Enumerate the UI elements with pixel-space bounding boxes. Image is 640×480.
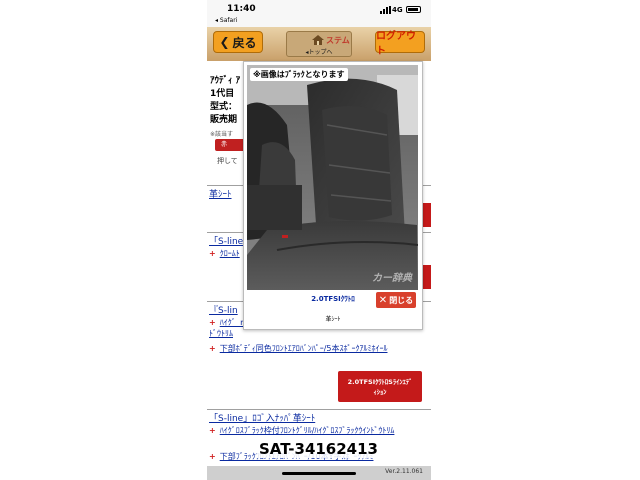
phone-screen: 11:40 ◂ Safari 4G ❮ 戻る ステム ◂トップへ ログアウト ｱ…: [207, 0, 431, 480]
app-header: ❮ 戻る ステム ◂トップへ ログアウト: [207, 27, 431, 61]
status-bar: 11:40 ◂ Safari 4G: [207, 0, 431, 27]
signal-icon: [380, 6, 391, 14]
back-button[interactable]: ❮ 戻る: [213, 31, 263, 53]
image-notice-label: ※画像はﾌﾞﾗｯｸとなります: [250, 68, 348, 81]
seat-type-label: 革ｼｰﾄ: [325, 316, 341, 323]
chevron-left-icon: ❮: [219, 35, 230, 49]
network-type: 4G: [392, 6, 403, 14]
image-modal: ※画像はﾌﾞﾗｯｸとなります カー辞典 2.0TFSIｸﾜﾄﾛ ✕ 閉じる 革ｼ…: [243, 61, 423, 330]
plus-icon: +: [209, 318, 216, 327]
spec-maker: ｱｳﾃﾞｨ ｱ: [210, 76, 241, 86]
home-indicator[interactable]: [282, 472, 356, 475]
notice-text: ※該当す: [210, 131, 234, 138]
press-hint: 押して: [217, 157, 238, 165]
sline-link[interactable]: 「S-line: [209, 234, 243, 247]
back-button-label: 戻る: [232, 35, 257, 50]
house-icon: [312, 35, 324, 45]
stock-number: SAT-34162413: [257, 440, 380, 458]
feature-item[interactable]: + ﾊｲｸﾞﾛｽﾌﾞﾗｯｸ枠付ﾌﾛﾝﾄｸﾞﾘﾙ/ﾊｲｸﾞﾛｽﾌﾞﾗｯｸｳｲﾝﾄﾞｳ…: [209, 425, 429, 436]
spec-generation: 1代目: [210, 89, 235, 99]
close-button-label: 閉じる: [389, 295, 414, 305]
plus-icon: +: [209, 249, 216, 258]
close-button[interactable]: ✕ 閉じる: [376, 292, 416, 308]
site-logo: ステム: [326, 36, 350, 45]
top-page-button[interactable]: ステム ◂トップへ: [286, 31, 352, 57]
top-page-label: ◂トップへ: [305, 49, 333, 56]
sline-link[interactable]: 『S-lin: [209, 303, 238, 316]
watermark-logo: カー辞典: [372, 273, 412, 284]
grade-detail-button[interactable]: 2.0TFSIｸﾜﾄﾛSﾗｲﾝｴﾃﾞ ｨｼｮﾝ: [338, 371, 422, 402]
clock: 11:40: [227, 4, 256, 14]
plus-icon: +: [209, 344, 216, 353]
spec-period: 販売期: [210, 115, 238, 125]
plus-icon: +: [209, 452, 216, 461]
seat-image: [247, 65, 418, 290]
sline-link[interactable]: 「S-line」ﾛｺﾞ入ﾅｯﾊﾟ革ｼｰﾄ: [209, 411, 315, 424]
version-label: Ver.2.11.061: [385, 468, 423, 475]
seat-link[interactable]: 革ｼｰﾄ: [209, 187, 232, 200]
color-tag[interactable]: 赤: [215, 139, 245, 151]
close-icon: ✕: [378, 294, 388, 306]
logout-button[interactable]: ログアウト: [375, 31, 425, 57]
spec-model: 型式：: [210, 102, 238, 112]
plus-icon: +: [209, 426, 216, 435]
divider: [207, 409, 431, 410]
feature-item[interactable]: + 下部ﾎﾞﾃﾞｨ同色ﾌﾛﾝﾄｴｱﾛﾊﾞﾝﾊﾟｰ/5本ｽﾎﾟｰｸｱﾙﾐﾎｲｰﾙ: [209, 343, 429, 354]
back-to-safari-link[interactable]: ◂ Safari: [215, 17, 237, 24]
seat-photo: ※画像はﾌﾞﾗｯｸとなります カー辞典: [247, 65, 418, 290]
battery-icon: [406, 6, 421, 13]
